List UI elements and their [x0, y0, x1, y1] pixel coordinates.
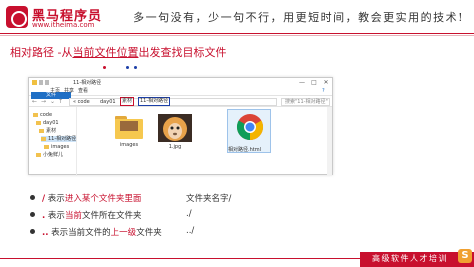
- bullet-post: 文件夹: [136, 228, 162, 238]
- bullet-note: 文件夹名字/: [186, 194, 232, 204]
- list-item: .. 表示当前文件的上一级文件夹 ../: [28, 226, 348, 238]
- maximize-button[interactable]: □: [309, 79, 319, 86]
- file-label: images: [119, 142, 139, 148]
- up-arrow-icon[interactable]: ↑: [58, 98, 63, 105]
- monkey-image-thumbnail: [158, 114, 192, 142]
- folder-icon: [39, 128, 44, 133]
- help-icon[interactable]: ?: [319, 88, 328, 95]
- folder-icon: [32, 80, 37, 85]
- folder-icon: [36, 152, 41, 157]
- marker-dot-red: [103, 66, 106, 69]
- heading-suffix: 出发查找目标文件: [138, 46, 227, 59]
- tree-item[interactable]: 小兔鲜儿: [36, 152, 63, 158]
- heading-highlight: 当前文件位置: [72, 46, 139, 59]
- tree-item-label: 小兔鲜儿: [43, 152, 64, 158]
- folder-icon: [41, 136, 46, 141]
- back-arrow-icon[interactable]: ←: [32, 98, 37, 105]
- crumb-code[interactable]: « code: [73, 99, 90, 105]
- tree-item-label: day01: [43, 120, 59, 126]
- list-item: / 表示进入某个文件夹里面 文件夹名字/: [28, 192, 348, 204]
- tree-item-label: code: [40, 112, 53, 118]
- folder-icon: [36, 120, 41, 125]
- marker-dot-blue: [134, 66, 137, 69]
- tree-item[interactable]: code: [33, 112, 52, 118]
- s-badge-icon: S: [458, 249, 472, 263]
- tree-item-label: 11-相对路径: [48, 136, 77, 142]
- bullet-pre: 表示: [45, 194, 65, 204]
- bullet-highlight: 进入某个文件夹里面: [64, 194, 142, 204]
- file-list: images 1.jpg 相对路径.html: [77, 107, 334, 176]
- brand-logo: 黑马程序员 www.itheima.com: [6, 4, 116, 34]
- quick-access-icon[interactable]: [39, 80, 43, 85]
- crumb-sucai[interactable]: 素材: [120, 97, 135, 106]
- file-item-jpg[interactable]: 1.jpg: [155, 112, 195, 150]
- header-divider: [0, 33, 474, 34]
- vertical-scrollbar[interactable]: [327, 107, 332, 176]
- tree-item-selected[interactable]: 11-相对路径: [41, 136, 76, 142]
- bullet-post: 文件所在文件夹: [81, 211, 142, 221]
- explorer-titlebar: 11-相对路径 — □ ✕: [29, 78, 332, 87]
- recent-dropdown-icon[interactable]: ⌄: [50, 98, 55, 105]
- bullet-text: . 表示当前文件所在文件夹: [42, 209, 141, 221]
- tree-item-label: 素材: [46, 128, 57, 134]
- search-input[interactable]: 搜索"11-相对路径": [281, 98, 330, 106]
- folder-icon: [115, 116, 143, 140]
- slogan: 多一句没有，少一句不行，用更短时间，教会更实用的技术!: [133, 11, 464, 24]
- bullet-highlight: 上一级: [110, 228, 137, 238]
- navigation-tree: code day01 素材 11-相对路径 images 小兔鲜儿: [29, 107, 77, 176]
- file-item-html-selected[interactable]: 相对路径.html: [227, 109, 271, 153]
- tree-item[interactable]: 素材: [39, 128, 56, 134]
- slide-heading: 相对路径 -从当前文件位置出发查找目标文件: [10, 44, 226, 60]
- marker-dot-blue: [126, 66, 129, 69]
- minimize-button[interactable]: —: [297, 79, 307, 86]
- bullet-dot: [30, 195, 35, 200]
- header-divider-thin: [0, 35, 474, 36]
- bullet-text: .. 表示当前文件的上一级文件夹: [42, 226, 162, 238]
- window-title: 11-相对路径: [73, 80, 102, 86]
- tab-view[interactable]: 查看: [75, 88, 91, 95]
- forward-arrow-icon[interactable]: →: [41, 98, 46, 105]
- brand-url: www.itheima.com: [32, 21, 95, 29]
- tree-item-label: images: [51, 144, 70, 150]
- file-label: 1.jpg: [168, 144, 182, 150]
- tree-item[interactable]: images: [44, 144, 69, 150]
- close-button[interactable]: ✕: [321, 79, 331, 86]
- horse-logo-icon: [6, 6, 28, 28]
- bullet-pre: 表示当前文件的: [48, 228, 111, 238]
- bullet-highlight: 当前: [64, 211, 82, 221]
- chrome-icon: [236, 114, 264, 141]
- heading-prefix: 相对路径 -从: [10, 46, 73, 59]
- address-input[interactable]: « code day01 素材 11-相对路径: [69, 97, 277, 106]
- dropdown-icon[interactable]: [45, 80, 49, 85]
- file-item-images[interactable]: images: [109, 112, 149, 148]
- footer-divider: [0, 258, 360, 259]
- folder-icon: [44, 144, 49, 149]
- file-explorer-window: 11-相对路径 — □ ✕ 文件 主页 共享 查看 ? ← → ⌄ ↑ « co…: [28, 77, 334, 176]
- address-bar-row: ← → ⌄ ↑ « code day01 素材 11-相对路径 搜索"11-相对…: [29, 96, 332, 107]
- footer-text: 高级软件人才培训: [372, 254, 448, 263]
- bullet-note: ../: [186, 226, 195, 236]
- crumb-current[interactable]: 11-相对路径: [138, 97, 171, 106]
- folder-icon: [33, 112, 38, 117]
- tree-item[interactable]: day01: [36, 120, 59, 126]
- bullet-dot: [30, 229, 35, 234]
- bullet-pre: 表示: [45, 211, 65, 221]
- bullet-dot: [30, 212, 35, 217]
- ribbon: 文件 主页 共享 查看 ?: [29, 87, 332, 99]
- crumb-day01[interactable]: day01: [100, 99, 116, 105]
- bullet-text: / 表示进入某个文件夹里面: [42, 192, 141, 204]
- bullet-note: ./: [186, 209, 192, 219]
- file-label: 相对路径.html: [228, 147, 261, 153]
- list-item: . 表示当前文件所在文件夹 ./: [28, 209, 348, 221]
